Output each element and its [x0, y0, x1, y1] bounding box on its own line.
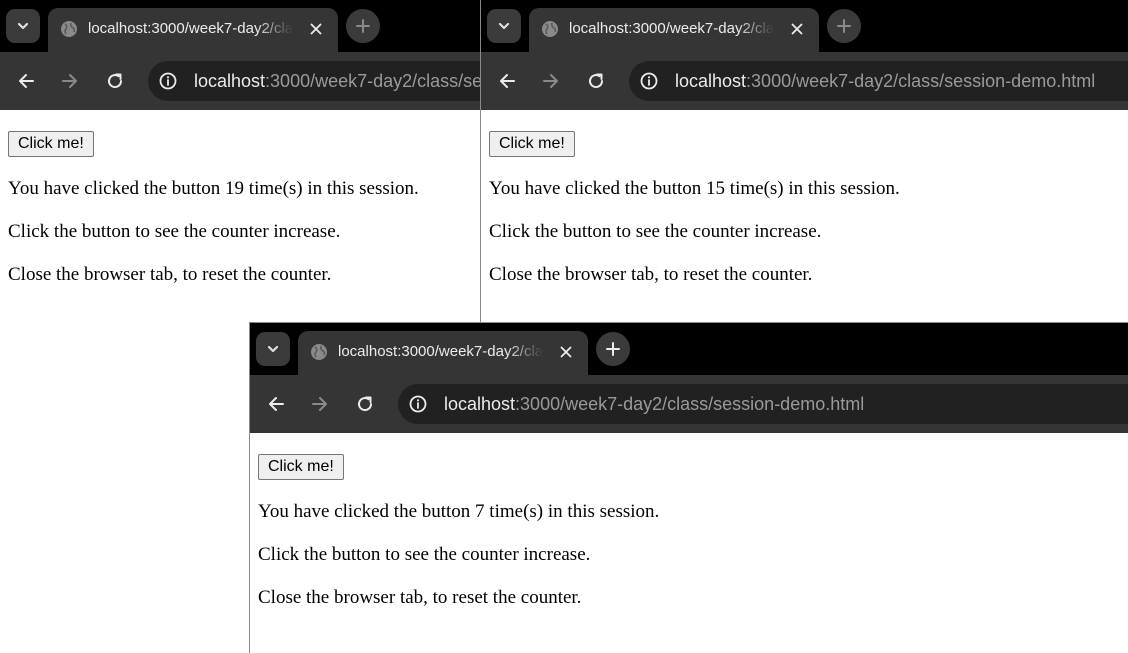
arrow-left-icon	[19, 74, 34, 88]
back-button[interactable]	[260, 388, 292, 420]
reset-text: Close the browser tab, to reset the coun…	[258, 587, 582, 608]
click-me-button[interactable]: Click me!	[489, 131, 575, 157]
counter-text: You have clicked the button 19 time(s) i…	[8, 178, 419, 199]
globe-icon	[311, 344, 327, 360]
tab-strip: localhost:3000/week7-day2/class/session-…	[250, 323, 1128, 375]
tab-title: localhost:3000/week7-day2/class/session-…	[338, 343, 543, 360]
address-bar[interactable]: localhost:3000/week7-day2/class/session-…	[629, 61, 1128, 101]
tab-title: localhost:3000/week7-day2/class/session-…	[88, 20, 293, 37]
chevron-down-icon	[17, 22, 29, 30]
url-text: localhost:3000/week7-day2/class/session-…	[675, 61, 1095, 101]
close-icon	[791, 23, 803, 35]
arrow-right-icon	[543, 74, 558, 88]
page-content: Click me! You have clicked the button 19…	[0, 110, 480, 286]
tab-active[interactable]: localhost:3000/week7-day2/class/session-…	[48, 8, 338, 52]
browser-window-3: localhost:3000/week7-day2/class/session-…	[249, 322, 1128, 653]
browser-window-1: localhost:3000/week7-day2/class/session-…	[0, 0, 480, 322]
tab-strip: localhost:3000/week7-day2/class/session-…	[481, 0, 1128, 52]
reload-button[interactable]	[99, 65, 131, 97]
url-text: localhost:3000/week7-day2/class/session-…	[194, 61, 480, 101]
toolbar: localhost:3000/week7-day2/class/session-…	[0, 52, 480, 110]
reload-button[interactable]	[349, 388, 381, 420]
url-text: localhost:3000/week7-day2/class/session-…	[444, 384, 864, 424]
forward-button[interactable]	[54, 65, 86, 97]
reload-button[interactable]	[580, 65, 612, 97]
url-path: :3000/week7-day2/class/session-demo.html	[515, 394, 865, 414]
page-content: Click me! You have clicked the button 7 …	[250, 433, 1128, 609]
info-icon	[640, 72, 658, 90]
reload-icon	[589, 73, 604, 89]
tab-search-button[interactable]	[6, 9, 40, 43]
tab-search-button[interactable]	[256, 332, 290, 366]
site-info-button[interactable]	[408, 394, 428, 414]
tab-title: localhost:3000/week7-day2/class/session-…	[569, 20, 774, 37]
tab-close-button[interactable]	[556, 342, 576, 362]
url-host: localhost	[675, 71, 747, 91]
counter-text: You have clicked the button 15 time(s) i…	[489, 178, 900, 199]
back-button[interactable]	[491, 65, 523, 97]
toolbar: localhost:3000/week7-day2/class/session-…	[250, 375, 1128, 433]
tab-active[interactable]: localhost:3000/week7-day2/class/session-…	[298, 331, 588, 375]
globe-icon	[542, 21, 558, 37]
arrow-left-icon	[500, 74, 515, 88]
hint-text: Click the button to see the counter incr…	[8, 221, 341, 242]
tab-strip: localhost:3000/week7-day2/class/session-…	[0, 0, 480, 52]
tab-close-button[interactable]	[787, 19, 807, 39]
plus-icon	[606, 342, 620, 356]
back-button[interactable]	[10, 65, 42, 97]
browser-window-2: localhost:3000/week7-day2/class/session-…	[480, 0, 1128, 322]
reset-text: Close the browser tab, to reset the coun…	[8, 264, 332, 285]
new-tab-button[interactable]	[346, 9, 380, 43]
page-content: Click me! You have clicked the button 15…	[481, 110, 1128, 286]
plus-icon	[837, 19, 851, 33]
forward-button[interactable]	[535, 65, 567, 97]
site-info-button[interactable]	[158, 71, 178, 91]
url-host: localhost	[194, 71, 266, 91]
tab-active[interactable]: localhost:3000/week7-day2/class/session-…	[529, 8, 819, 52]
arrow-left-icon	[269, 397, 284, 411]
url-path: :3000/week7-day2/class/session-demo.html	[746, 71, 1096, 91]
tab-search-button[interactable]	[487, 9, 521, 43]
forward-button[interactable]	[304, 388, 336, 420]
reload-icon	[358, 396, 373, 412]
toolbar: localhost:3000/week7-day2/class/session-…	[481, 52, 1128, 110]
url-host: localhost	[444, 394, 516, 414]
new-tab-button[interactable]	[596, 332, 630, 366]
tab-close-button[interactable]	[306, 19, 326, 39]
info-icon	[409, 395, 427, 413]
close-icon	[310, 23, 322, 35]
chevron-down-icon	[498, 22, 510, 30]
info-icon	[159, 72, 177, 90]
url-path: :3000/week7-day2/class/session-demo.html	[265, 71, 480, 91]
counter-text: You have clicked the button 7 time(s) in…	[258, 501, 660, 522]
new-tab-button[interactable]	[827, 9, 861, 43]
close-icon	[560, 346, 572, 358]
chevron-down-icon	[267, 345, 279, 353]
address-bar[interactable]: localhost:3000/week7-day2/class/session-…	[148, 61, 480, 101]
plus-icon	[356, 19, 370, 33]
click-me-button[interactable]: Click me!	[8, 131, 94, 157]
globe-icon	[61, 21, 77, 37]
hint-text: Click the button to see the counter incr…	[489, 221, 822, 242]
address-bar[interactable]: localhost:3000/week7-day2/class/session-…	[398, 384, 1128, 424]
reset-text: Close the browser tab, to reset the coun…	[489, 264, 813, 285]
click-me-button[interactable]: Click me!	[258, 454, 344, 480]
arrow-right-icon	[62, 74, 77, 88]
arrow-right-icon	[312, 397, 327, 411]
site-info-button[interactable]	[639, 71, 659, 91]
reload-icon	[108, 73, 123, 89]
hint-text: Click the button to see the counter incr…	[258, 544, 591, 565]
